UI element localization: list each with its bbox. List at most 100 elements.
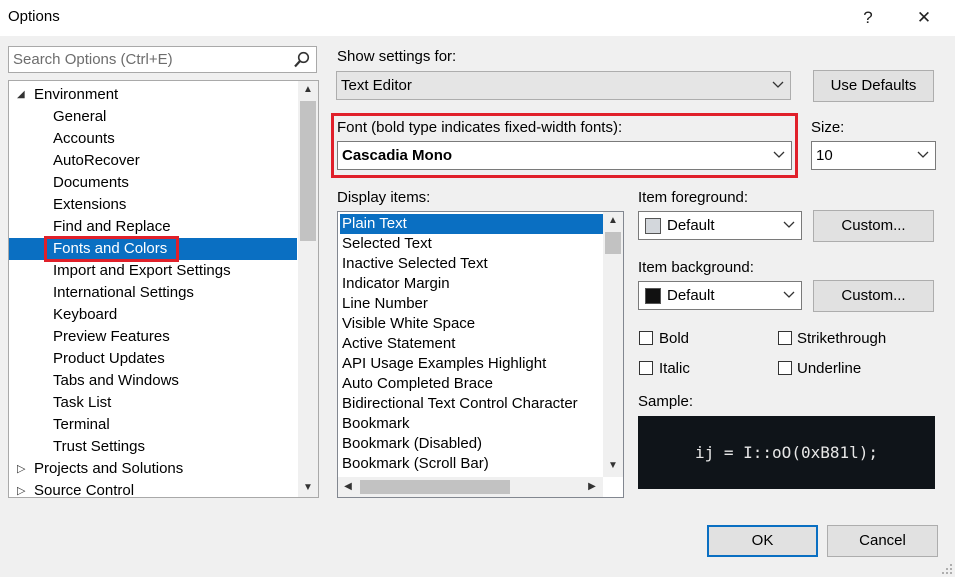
tree-item-label: Accounts bbox=[53, 130, 115, 147]
tree-item-autorecover[interactable]: AutoRecover bbox=[9, 150, 297, 172]
list-item[interactable]: Auto Completed Brace bbox=[340, 374, 603, 394]
list-item[interactable]: Active Statement bbox=[340, 334, 603, 354]
foreground-custom-button[interactable]: Custom... bbox=[813, 210, 934, 242]
tree-item-environment[interactable]: ◢ Environment bbox=[9, 84, 297, 106]
background-custom-button[interactable]: Custom... bbox=[813, 280, 934, 312]
ok-button[interactable]: OK bbox=[707, 525, 818, 557]
list-item[interactable]: Plain Text bbox=[340, 214, 603, 234]
tree-item-label: Terminal bbox=[53, 416, 110, 433]
show-settings-value: Text Editor bbox=[341, 77, 412, 94]
collapsed-arrow-icon[interactable]: ▷ bbox=[17, 458, 25, 480]
tree-scrollbar[interactable]: ▲ ▼ bbox=[298, 81, 318, 497]
item-foreground-value: Default bbox=[667, 217, 715, 234]
show-settings-label: Show settings for: bbox=[337, 48, 457, 65]
tree-item-label: Task List bbox=[53, 394, 112, 411]
tree-item-label: Projects and Solutions bbox=[34, 460, 184, 477]
tree-item-product-updates[interactable]: Product Updates bbox=[9, 348, 297, 370]
tree-item-label: General bbox=[53, 108, 107, 125]
tree-item-terminal[interactable]: Terminal bbox=[9, 414, 297, 436]
help-button[interactable]: ? bbox=[852, 4, 884, 32]
window-title: Options bbox=[8, 8, 60, 25]
tree-item-source-control[interactable]: ▷ Source Control bbox=[9, 480, 297, 498]
strikethrough-label: Strikethrough bbox=[797, 330, 887, 347]
tree-item-general[interactable]: General bbox=[9, 106, 297, 128]
list-item[interactable]: Line Number bbox=[340, 294, 603, 314]
list-item[interactable]: API Usage Examples Highlight bbox=[340, 354, 603, 374]
cancel-button[interactable]: Cancel bbox=[827, 525, 938, 557]
search-input[interactable] bbox=[13, 50, 285, 69]
tree-item-label: Find and Replace bbox=[53, 218, 171, 235]
item-background-dropdown[interactable]: Default bbox=[638, 281, 802, 310]
scroll-down-arrow-icon[interactable]: ▼ bbox=[298, 479, 318, 497]
scrollbar-thumb[interactable] bbox=[300, 101, 316, 241]
list-item[interactable]: Bookmark (Disabled) bbox=[340, 434, 603, 454]
display-items-list[interactable]: Plain Text Selected Text Inactive Select… bbox=[337, 211, 624, 498]
close-button[interactable]: ✕ bbox=[908, 4, 940, 32]
size-dropdown[interactable]: 10 bbox=[811, 141, 936, 170]
chevron-down-icon bbox=[773, 151, 785, 158]
list-item[interactable]: Indicator Margin bbox=[340, 274, 603, 294]
tree-item-tabs-and-windows[interactable]: Tabs and Windows bbox=[9, 370, 297, 392]
expanded-arrow-icon[interactable]: ◢ bbox=[17, 84, 25, 106]
tree-item-label: Source Control bbox=[34, 482, 135, 498]
tree-item-extensions[interactable]: Extensions bbox=[9, 194, 297, 216]
item-foreground-dropdown[interactable]: Default bbox=[638, 211, 802, 240]
scrollbar-thumb[interactable] bbox=[605, 232, 621, 254]
tree-item-trust-settings[interactable]: Trust Settings bbox=[9, 436, 297, 458]
tree-item-preview-features[interactable]: Preview Features bbox=[9, 326, 297, 348]
list-item[interactable]: Bookmark bbox=[340, 414, 603, 434]
tree-item-keyboard[interactable]: Keyboard bbox=[9, 304, 297, 326]
scroll-left-arrow-icon[interactable]: ◀ bbox=[338, 478, 358, 496]
search-box[interactable] bbox=[8, 46, 317, 73]
collapsed-arrow-icon[interactable]: ▷ bbox=[17, 480, 25, 497]
tree-item-import-export[interactable]: Import and Export Settings bbox=[9, 260, 297, 282]
tree-item-fonts-and-colors[interactable]: Fonts and Colors bbox=[9, 236, 297, 262]
show-settings-dropdown[interactable]: Text Editor bbox=[336, 71, 791, 100]
tree-item-international[interactable]: International Settings bbox=[9, 282, 297, 304]
tree-item-find-and-replace[interactable]: Find and Replace bbox=[9, 216, 297, 238]
tree-item-task-list[interactable]: Task List bbox=[9, 392, 297, 414]
tree-item-label: Preview Features bbox=[53, 328, 170, 345]
scroll-up-arrow-icon[interactable]: ▲ bbox=[298, 81, 318, 99]
font-dropdown[interactable]: Cascadia Mono bbox=[337, 141, 792, 170]
tree-item-accounts[interactable]: Accounts bbox=[9, 128, 297, 150]
list-item[interactable]: Bookmark (Scroll Bar) bbox=[340, 454, 603, 474]
display-items-hscroll[interactable]: ◀ ▶ bbox=[338, 477, 603, 497]
chevron-down-icon bbox=[772, 81, 784, 88]
list-item[interactable]: Selected Text bbox=[340, 234, 603, 254]
list-item[interactable]: Inactive Selected Text bbox=[340, 254, 603, 274]
tree-item-label: Fonts and Colors bbox=[53, 240, 168, 257]
display-items-vscroll[interactable]: ▲ ▼ bbox=[603, 212, 623, 477]
font-label: Font (bold type indicates fixed-width fo… bbox=[337, 119, 623, 136]
scroll-up-arrow-icon[interactable]: ▲ bbox=[603, 212, 623, 230]
italic-label: Italic bbox=[659, 360, 690, 377]
size-label: Size: bbox=[811, 119, 845, 136]
chevron-down-icon bbox=[917, 151, 929, 158]
tree-item-label: Trust Settings bbox=[53, 438, 145, 455]
font-value: Cascadia Mono bbox=[342, 147, 453, 164]
resize-grip-icon[interactable] bbox=[941, 563, 953, 575]
italic-checkbox[interactable] bbox=[639, 361, 653, 375]
use-defaults-button[interactable]: Use Defaults bbox=[813, 70, 934, 102]
list-item[interactable]: Bidirectional Text Control Character bbox=[340, 394, 603, 414]
bold-label: Bold bbox=[659, 330, 690, 347]
color-swatch bbox=[645, 218, 661, 234]
scroll-down-arrow-icon[interactable]: ▼ bbox=[603, 457, 623, 475]
tree-item-projects-and-solutions[interactable]: ▷ Projects and Solutions bbox=[9, 458, 297, 480]
tree-item-label: International Settings bbox=[53, 284, 194, 301]
tree-item-label: Keyboard bbox=[53, 306, 118, 323]
tree-item-label: Extensions bbox=[53, 196, 127, 213]
scrollbar-thumb[interactable] bbox=[360, 480, 510, 494]
search-icon[interactable] bbox=[292, 50, 312, 70]
sample-label: Sample: bbox=[638, 393, 694, 410]
item-background-label: Item background: bbox=[638, 259, 754, 276]
tree-item-documents[interactable]: Documents bbox=[9, 172, 297, 194]
underline-checkbox[interactable] bbox=[778, 361, 792, 375]
list-item[interactable]: Visible White Space bbox=[340, 314, 603, 334]
display-items-label: Display items: bbox=[337, 189, 431, 206]
scroll-right-arrow-icon[interactable]: ▶ bbox=[582, 478, 602, 496]
bold-checkbox[interactable] bbox=[639, 331, 653, 345]
tree-item-label: Import and Export Settings bbox=[53, 262, 231, 279]
strikethrough-checkbox[interactable] bbox=[778, 331, 792, 345]
options-tree[interactable]: ◢ Environment General Accounts AutoRecov… bbox=[8, 80, 319, 498]
